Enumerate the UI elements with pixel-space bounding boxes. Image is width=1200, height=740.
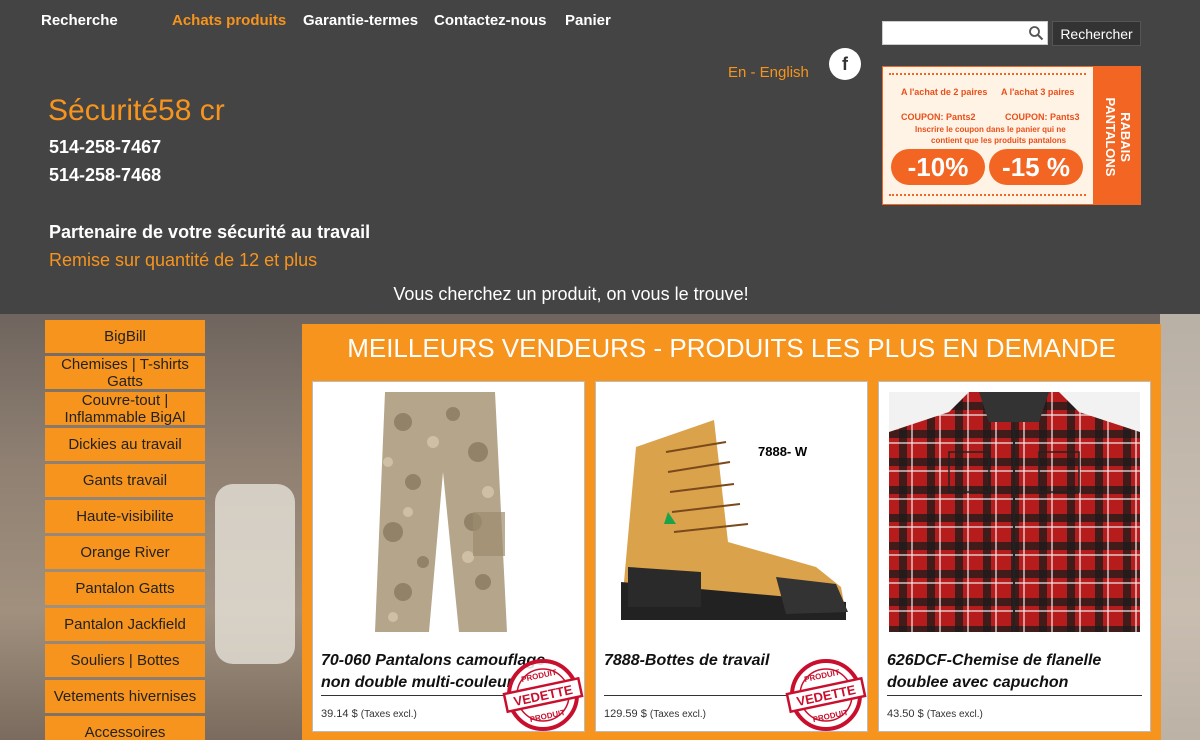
product-price: 43.50 $ (Taxes excl.) [887,708,983,720]
nav-contact[interactable]: Contactez-nous [434,12,547,29]
featured-badge-icon: VEDETTE PRODUIT PRODUIT [785,659,867,731]
nav-warranty[interactable]: Garantie-termes [303,12,418,29]
product-name[interactable]: 626DCF-Chemise de flanelle doublee avec … [887,650,1142,696]
phone-number-1: 514-258-7467 [49,137,162,157]
site-title: Sécurité58 cr [48,94,225,127]
product-image-label: 7888- W [758,444,808,459]
promo-coupon-left: COUPON: Pants2 [901,112,976,122]
category-sidebar: BigBill Chemises | T-shirts Gatts Couvre… [45,320,205,740]
sidebar-item-gants[interactable]: Gants travail [45,464,205,497]
nav-search[interactable]: Recherche [41,12,118,29]
promo-divider [889,73,1086,75]
sidebar-item-souliers[interactable]: Souliers | Bottes [45,644,205,677]
featured-title: MEILLEURS VENDEURS - PRODUITS LES PLUS E… [347,333,1116,363]
nav-cart[interactable]: Panier [565,12,611,29]
site-header: Recherche Achats produits Garantie-terme… [0,0,1200,314]
find-product-text: Vous cherchez un produit, on vous le tro… [393,284,749,304]
featured-products-panel: MEILLEURS VENDEURS - PRODUITS LES PLUS E… [302,324,1161,740]
product-image[interactable] [889,392,1140,632]
search-box [882,21,1048,45]
price-tax-note: (Taxes excl.) [360,709,417,720]
sidebar-item-couvre-tout[interactable]: Couvre-tout | Inflammable BigAl [45,392,205,425]
sidebar-item-dickies[interactable]: Dickies au travail [45,428,205,461]
featured-badge-icon: VEDETTE PRODUIT PRODUIT [502,659,584,731]
product-price: 39.14 $ (Taxes excl.) [321,708,417,720]
sidebar-item-bigbill[interactable]: BigBill [45,320,205,353]
price-value: 129.59 $ [604,708,647,720]
price-value: 43.50 $ [887,708,924,720]
phone-number-2: 514-258-7468 [49,165,162,185]
nav-products[interactable]: Achats produits [172,12,286,29]
sidebar-item-orange-river[interactable]: Orange River [45,536,205,569]
sidebar-item-pantalon-gatts[interactable]: Pantalon Gatts [45,572,205,605]
sidebar-item-vetements-hivernises[interactable]: Vetements hivernises [45,680,205,713]
main-content: BigBill Chemises | T-shirts Gatts Couvre… [0,314,1200,740]
sidebar-item-accessoires[interactable]: Accessoires [45,716,205,740]
sidebar-item-haute-visibilite[interactable]: Haute-visibilite [45,500,205,533]
price-tax-note: (Taxes excl.) [649,709,707,720]
promo-side-label-1: RABAIS [1117,111,1133,162]
promo-condition-right: A l'achat 3 paires [1001,87,1075,97]
promo-side-label: RABAIS PANTALONS [1093,67,1140,204]
sidebar-item-chemises[interactable]: Chemises | T-shirts Gatts [45,356,205,389]
promo-divider [889,194,1086,196]
promo-note-line2: contient que les produits pantalons [931,136,1067,145]
promo-condition-left: A l'achat de 2 paires [901,87,988,97]
product-image[interactable] [606,392,857,632]
promo-side-label-2: PANTALONS [1102,97,1118,176]
promo-discount-10: -10% [891,149,985,185]
product-card[interactable]: 7888- W 7888-Bottes de travail 129.59 $ … [595,381,868,732]
price-value: 39.14 $ [321,708,358,720]
promo-banner[interactable]: A l'achat de 2 paires A l'achat 3 paires… [882,66,1141,205]
background-image [1160,314,1200,740]
search-input[interactable] [883,22,1023,44]
language-link[interactable]: En - English [728,64,809,81]
product-image[interactable] [323,392,574,632]
search-button[interactable]: Rechercher [1052,21,1141,46]
product-card[interactable]: 70-060 Pantalons camouflage non double m… [312,381,585,732]
search-icon[interactable] [1028,25,1044,41]
sidebar-item-pantalon-jackfield[interactable]: Pantalon Jackfield [45,608,205,641]
price-tax-note: (Taxes excl.) [926,709,983,720]
background-image [215,484,295,664]
facebook-icon[interactable]: f [829,48,861,80]
promo-note-line1: Inscrire le coupon dans le panier qui ne [915,125,1066,134]
tagline: Partenaire de votre sécurité au travail [49,222,371,242]
promo-discount-15: -15 % [989,149,1083,185]
product-card[interactable]: 626DCF-Chemise de flanelle doublee avec … [878,381,1151,732]
product-price: 129.59 $ (Taxes excl.) [604,708,706,720]
quantity-discount-text: Remise sur quantité de 12 et plus [49,250,318,270]
promo-coupon-right: COUPON: Pants3 [1005,112,1080,122]
